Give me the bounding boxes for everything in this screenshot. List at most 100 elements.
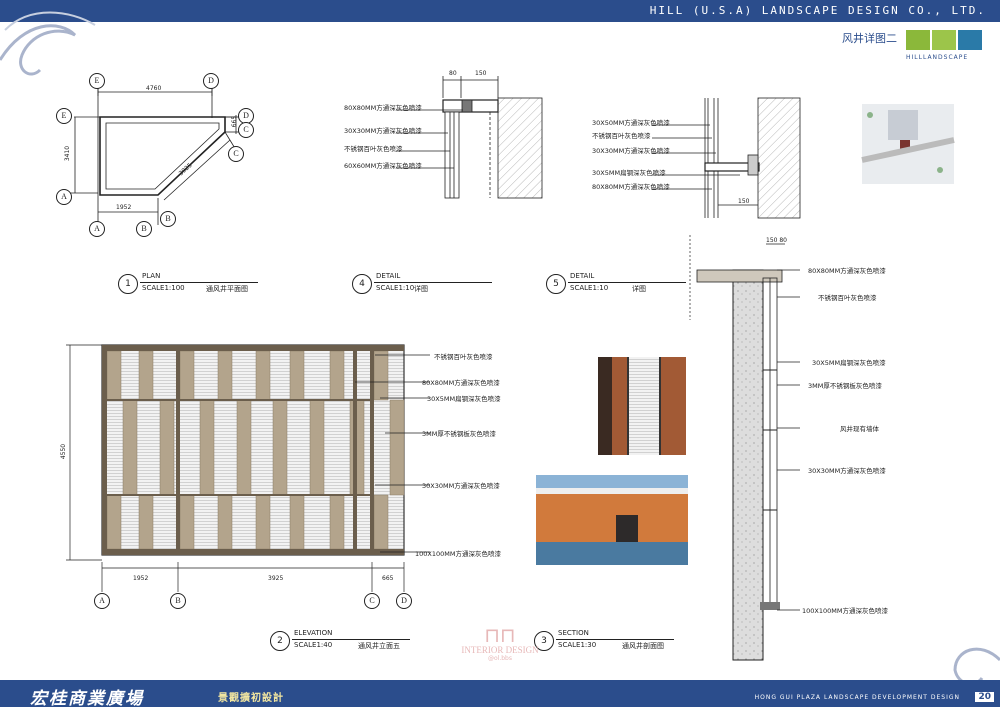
stone-panel [373, 350, 389, 401]
section-title-scale: SCALE1:30 [558, 641, 597, 649]
stone-panel [272, 399, 288, 496]
stone-panel [138, 494, 154, 550]
detail4-title-block: 4 DETAIL SCALE1:10 详图 [352, 272, 512, 300]
elev-grid-bubble-b: B [170, 593, 186, 609]
elev-grid-bubble-c: C [364, 593, 380, 609]
page-number: 20 [975, 692, 994, 702]
stone-panel [329, 350, 345, 401]
detail5-label: 30X5MM扁钢深灰色喷漆 [592, 169, 666, 177]
elevation-title-num: 2 [270, 631, 290, 651]
section-label: 80X80MM方通深灰色喷漆 [808, 267, 886, 275]
detail5-label: 30X30MM方通深灰色喷漆 [592, 147, 670, 155]
plan-title-name: PLAN [142, 272, 161, 280]
section-label: 不锈钢百叶灰色喷漆 [818, 294, 877, 302]
plan-dim-top: 4760 [146, 85, 162, 92]
stone-panel [179, 494, 195, 550]
stone-panel [236, 399, 252, 496]
detail4-label: 80X80MM方通深灰色喷漆 [344, 104, 422, 112]
stone-panel [289, 350, 305, 401]
detail4-title-cn: 详图 [414, 285, 428, 293]
plan-title-cn: 通风井平面图 [206, 285, 248, 293]
plan-title-block: 1 PLAN SCALE1:100 通风井平面图 [118, 272, 278, 300]
stone-panel [289, 494, 305, 550]
drawing-canvas [66, 76, 955, 661]
detail4-label: 不锈钢百叶灰色喷漆 [344, 145, 403, 153]
section-label: 30X30MM方通深灰色喷漆 [808, 467, 886, 475]
footer-bar: 宏桂商業廣場 景觀擴初設計 HONG GUI PLAZA LANDSCAPE D… [0, 680, 1000, 709]
detail4-title-name: DETAIL [376, 272, 401, 280]
stone-panel [255, 350, 271, 401]
grid-bubble-b-diag: B [160, 211, 176, 227]
stone-panel [389, 399, 405, 496]
grid-bubble-e-side: E [56, 108, 72, 124]
grid-bubble-d: D [203, 73, 219, 89]
section-drawing [689, 235, 800, 661]
stone-panel [309, 399, 325, 496]
plan-drawing [70, 82, 240, 225]
grid-bubble-a: A [89, 221, 105, 237]
project-subtitle-cn: 景觀擴初設計 [218, 693, 284, 704]
elevation-label: 100X100MM方通深灰色喷漆 [415, 550, 501, 558]
elev-grid-bubble-a: A [94, 593, 110, 609]
watermark-sub: @ol.bbs [488, 655, 512, 662]
detail5-title-scale: SCALE1:10 [570, 284, 609, 292]
detail4-dim-80: 80 [449, 70, 457, 77]
detail5-title-num: 5 [546, 274, 566, 294]
plan-title-num: 1 [118, 274, 138, 294]
elevation-title-scale: SCALE1:40 [294, 641, 333, 649]
detail4-label: 60X60MM方通深灰色喷漆 [344, 162, 422, 170]
stone-panel [217, 494, 233, 550]
elevation-label: 30X30MM方通深灰色喷漆 [422, 482, 500, 490]
stone-panel [106, 494, 122, 550]
elevation-dim: 665 [382, 575, 394, 582]
section-label: 100X100MM方通深灰色喷漆 [802, 607, 888, 615]
elevation-drawing [66, 344, 430, 592]
elevation-dim-height: 4550 [60, 443, 68, 460]
section-dims: 150 80 [766, 237, 787, 244]
detail5-title-block: 5 DETAIL SCALE1:10 详图 [546, 272, 706, 300]
stone-panel [159, 399, 175, 496]
detail5-drawing [652, 97, 801, 219]
detail4-drawing [396, 76, 543, 199]
watermark-text: INTERIOR DESIGN [461, 645, 539, 655]
grid-bubble-c: C [228, 146, 244, 162]
plan-title-scale: SCALE1:100 [142, 284, 185, 292]
stone-panel [138, 350, 154, 401]
elevation-dim: 1952 [133, 575, 149, 582]
stone-panel [373, 494, 389, 550]
elevation-label: 不锈钢百叶灰色喷漆 [434, 353, 493, 361]
section-title-name: SECTION [558, 629, 589, 637]
detail5-title-name: DETAIL [570, 272, 595, 280]
grid-bubble-a-side: A [56, 189, 72, 205]
elevation-title-block: 2 ELEVATION SCALE1:40 通风井立面五 [270, 629, 430, 657]
project-title-cn: 宏桂商業廣場 [30, 689, 144, 709]
stone-panel [122, 399, 138, 496]
photo-facade [536, 475, 688, 565]
detail4-title-num: 4 [352, 274, 372, 294]
detail5-title-cn: 详图 [632, 285, 646, 293]
photo-louver [598, 357, 686, 455]
detail5-dim-150: 150 [738, 198, 750, 205]
detail4-title-scale: SCALE1:10 [376, 284, 415, 292]
stone-panel [179, 350, 195, 401]
stone-panel [329, 494, 345, 550]
section-label: 3MM厚不锈钢板灰色喷漆 [808, 382, 882, 390]
elevation-title-cn: 通风井立面五 [358, 642, 400, 650]
elevation-label: 30X5MM扁钢深灰色喷漆 [427, 395, 501, 403]
detail4-label: 30X30MM方通深灰色喷漆 [344, 127, 422, 135]
section-label: 风井现有墙体 [840, 425, 879, 433]
stone-panel [199, 399, 215, 496]
section-title-cn: 通风井剖面图 [622, 642, 664, 650]
detail5-label: 不锈钢百叶灰色喷漆 [592, 132, 651, 140]
plan-dim-bottom: 1952 [116, 204, 132, 211]
key-plan-image [861, 104, 955, 184]
plan-dim-left: 3410 [64, 145, 72, 162]
elevation-label: 80X80MM方通深灰色喷漆 [422, 379, 500, 387]
detail5-label: 30X50MM方通深灰色喷漆 [592, 119, 670, 127]
section-label: 30X5MM扁钢深灰色喷漆 [812, 359, 886, 367]
detail4-dim-150: 150 [475, 70, 487, 77]
stone-panel [217, 350, 233, 401]
stone-panel [106, 350, 122, 401]
stone-panel [255, 494, 271, 550]
elevation-dim: 3925 [268, 575, 284, 582]
